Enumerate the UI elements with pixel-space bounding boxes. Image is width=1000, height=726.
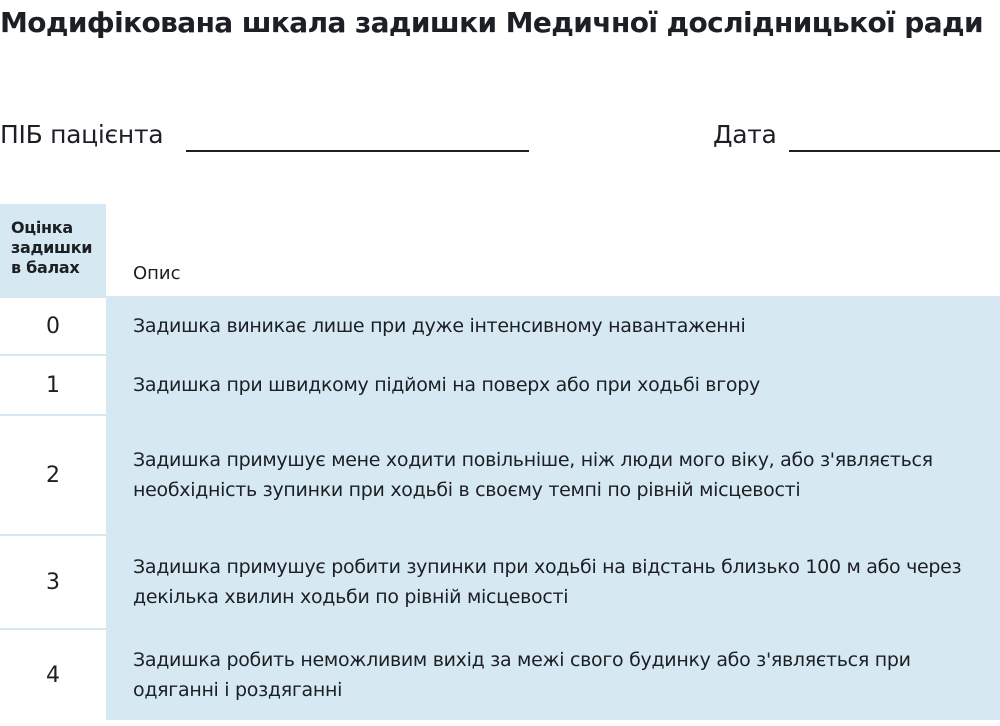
score-header-line: в балах [11, 258, 80, 277]
table-header-row: Оцінка задишки в балах Опис [0, 204, 1000, 296]
page-title: Модифікована шкала задишки Медичної досл… [0, 6, 984, 39]
description-cell: Задишка виникає лише при дуже інтенсивно… [106, 296, 1000, 354]
score-cell: 4 [0, 628, 106, 720]
table-row: 3 Задишка примушує робити зупинки при хо… [0, 534, 1000, 628]
score-column-header: Оцінка задишки в балах [0, 204, 106, 296]
date-label: Дата [713, 120, 777, 149]
description-column-header: Опис [106, 204, 1000, 296]
description-cell: Задишка робить неможливим вихід за межі … [106, 628, 1000, 720]
table-row: 4 Задишка робить неможливим вихід за меж… [0, 628, 1000, 720]
score-cell: 1 [0, 354, 106, 414]
score-cell: 3 [0, 534, 106, 628]
table-row: 2 Задишка примушує мене ходити повільніш… [0, 414, 1000, 534]
description-cell: Задишка при швидкому підйомі на поверх а… [106, 354, 1000, 414]
score-header-line: Оцінка [11, 218, 73, 237]
dyspnea-scale-table: Оцінка задишки в балах Опис 0 Задишка ви… [0, 204, 1000, 720]
patient-name-field[interactable] [186, 150, 529, 152]
score-cell: 0 [0, 296, 106, 354]
table-row: 0 Задишка виникає лише при дуже інтенсив… [0, 296, 1000, 354]
patient-name-label: ПІБ пацієнта [0, 120, 164, 149]
description-cell: Задишка примушує мене ходити повільніше,… [106, 414, 1000, 534]
score-cell: 2 [0, 414, 106, 534]
description-cell: Задишка примушує робити зупинки при ходь… [106, 534, 1000, 628]
table-row: 1 Задишка при швидкому підйомі на поверх… [0, 354, 1000, 414]
date-field[interactable] [789, 150, 1000, 152]
score-header-line: задишки [11, 238, 93, 257]
